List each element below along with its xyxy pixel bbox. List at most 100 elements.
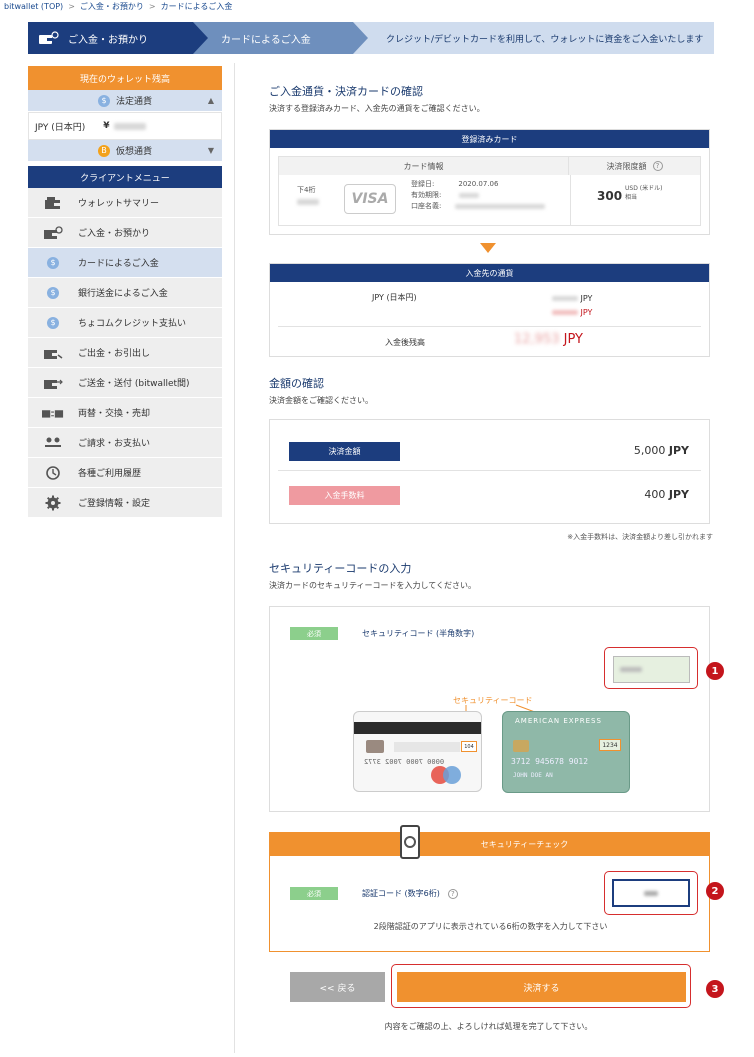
fiat-toggle[interactable]: $ 法定通貨 ▲: [28, 90, 222, 112]
bitcoin-icon: B: [97, 144, 110, 157]
fee-value: 400: [644, 488, 666, 501]
fee-unit: JPY: [668, 488, 689, 501]
sidebar-item-label: 銀行送金によるご入金: [78, 289, 168, 299]
sidebar-item-billing[interactable]: ご請求・お支払い: [28, 428, 222, 458]
marker-1: 1: [706, 662, 724, 680]
security-check-panel: セキュリティーチェック 必須 認証コード (数字6桁)? 2段階認証のアプリに表…: [269, 825, 710, 952]
exchange-icon: [42, 406, 64, 420]
reg-date-label: 登録日:: [411, 180, 435, 188]
coin-icon: $: [97, 94, 110, 107]
deposit-icon: [39, 31, 59, 44]
sidebar-item-card-deposit[interactable]: $ カードによるご入金: [28, 248, 222, 278]
security-subtitle: 決済カードのセキュリティーコードを入力してください。: [269, 581, 477, 590]
security-title: セキュリティーコードの入力: [269, 562, 412, 575]
required-badge: 必須: [290, 887, 338, 900]
card-front-name: JOHN DOE AN: [513, 772, 553, 779]
security-panel: 必須 セキュリティコード (半角数字) セキュリティーコード 104 0000 …: [269, 606, 710, 812]
sidebar-item-bank-deposit[interactable]: $ 銀行送金によるご入金: [28, 278, 222, 308]
card-front-number: 3712 945678 9012: [511, 757, 589, 766]
sidebar-item-deposit[interactable]: ご入金・お預かり: [28, 218, 222, 248]
confirm-title: ご入金通貨・決済カードの確認: [269, 85, 423, 98]
sidebar-item-withdraw[interactable]: ご出金・お引出し: [28, 338, 222, 368]
limit-unit: USD (米ドル): [625, 185, 663, 192]
help-icon[interactable]: ?: [447, 889, 458, 899]
breadcrumb-deposit[interactable]: ご入金・お預かり: [80, 2, 144, 11]
fiat-prefix: ¥: [103, 121, 110, 131]
sidebar-item-label: ご登録情報・設定: [78, 499, 151, 509]
step-deposit-label: ご入金・お預かり: [68, 34, 148, 46]
wallet-icon: [42, 196, 64, 210]
col-card-info: カード情報: [279, 157, 569, 175]
sidebar-item-chocom[interactable]: $ ちょコムクレジット支払い: [28, 308, 222, 338]
limit-unit-block: USD (米ドル) 相当: [625, 184, 662, 202]
sidebar-item-label: ウォレットサマリー: [78, 199, 160, 209]
table-divider: [570, 175, 571, 226]
coin-icon: $: [46, 316, 60, 330]
coin-icon: $: [46, 286, 60, 300]
col-limit: 決済限度額?: [569, 157, 700, 175]
amex-text: AMERICAN EXPRESS: [515, 717, 602, 725]
card-details: 登録日: 2020.07.06 有効期限: 口座名義:: [411, 179, 546, 212]
sidebar-item-label: 各種ご利用履歴: [78, 469, 142, 479]
menu-title: クライアントメニュー: [28, 166, 222, 188]
sidebar-item-summary[interactable]: ウォレットサマリー: [28, 188, 222, 218]
sidebar-item-label: ご送金・送付 (bitwallet間): [78, 379, 190, 389]
pay-label: 決済金額: [289, 442, 400, 461]
back-button[interactable]: << 戻る: [290, 972, 385, 1002]
holder-blurred: [455, 203, 546, 209]
col-limit-label: 決済限度額: [606, 161, 647, 171]
last4-blurred: [297, 199, 319, 205]
transfer-icon: [42, 376, 64, 390]
chip-icon: [513, 740, 529, 752]
breadcrumb-top[interactable]: bitwallet (TOP): [4, 2, 63, 11]
sidebar-item-settings[interactable]: ご登録情報・設定: [28, 488, 222, 518]
help-icon[interactable]: ?: [652, 161, 663, 171]
withdraw-icon: [42, 346, 64, 360]
registered-card-header: 登録済みカード: [270, 130, 709, 148]
pay-unit: JPY: [668, 444, 689, 457]
down-arrow-icon: [480, 243, 496, 253]
crypto-label: 仮想通貨: [115, 147, 152, 157]
fiat-currency: JPY (日本円): [35, 122, 86, 133]
breadcrumb-card: カードによるご入金: [160, 2, 233, 11]
change-blurred: [552, 310, 578, 315]
fee-note: ※入金手数料は、決済金額より差し引かれます: [567, 533, 713, 541]
after-balance-unit: JPY: [563, 332, 583, 347]
limit-suffix: 相当: [625, 194, 638, 201]
fee-label: 入金手数料: [289, 486, 400, 505]
marker-2: 2: [706, 882, 724, 900]
balance-title: 現在のウォレット残高: [28, 66, 222, 90]
current-jpy: JPY: [580, 294, 593, 303]
deposit-icon: [42, 225, 64, 240]
card-back-code: 104: [461, 741, 477, 752]
sidebar-item-label: ご請求・お支払い: [78, 439, 151, 449]
visa-logo: VISA: [344, 184, 396, 214]
auth-label: 認証コード (数字6桁): [362, 889, 440, 898]
sidebar-item-label: ちょコムクレジット支払い: [78, 319, 187, 329]
sidebar-item-label: 両替・交換・売却: [78, 409, 151, 419]
change-jpy: JPY: [580, 308, 593, 317]
destination-panel: 入金先の通貨 JPY (日本円) JPY JPY 入金後残高 12,953 JP…: [269, 263, 710, 357]
crypto-toggle[interactable]: B 仮想通貨 ▼: [28, 140, 222, 162]
sidebar-item-transfer[interactable]: ご送金・送付 (bitwallet間): [28, 368, 222, 398]
step-card-label: カードによるご入金: [221, 34, 311, 46]
main-content: ご入金通貨・決済カードの確認 決済する登録済みカード、入金先の通貨をご確認くださ…: [234, 63, 741, 1053]
expiry-blurred: [459, 192, 480, 198]
sidebar-item-label: ご出金・お引出し: [78, 349, 151, 359]
auth-code-input[interactable]: [612, 879, 690, 907]
users-icon: [42, 436, 64, 450]
step-description: クレジット/デビットカードを利用して、ウォレットに資金をご入金いたします: [353, 22, 714, 54]
submit-button[interactable]: 決済する: [397, 972, 686, 1002]
step-card: カードによるご入金: [193, 22, 373, 54]
sidebar-item-label: カードによるご入金: [78, 259, 159, 269]
card-front-image: AMERICAN EXPRESS 1234 3712 945678 9012 J…: [502, 711, 630, 793]
sidebar-item-history[interactable]: 各種ご利用履歴: [28, 458, 222, 488]
destination-header: 入金先の通貨: [270, 264, 709, 282]
card-back-image: 104 0000 7000 7002 3772: [353, 711, 482, 792]
sidebar-item-exchange[interactable]: 両替・交換・売却: [28, 398, 222, 428]
amount-panel: 決済金額 5,000 JPY 入金手数料 400 JPY: [269, 419, 710, 524]
auth-code-blurred: [644, 890, 658, 896]
chevron-up-icon: ▲: [207, 96, 214, 105]
security-check-header: セキュリティーチェック: [270, 833, 709, 856]
sidebar: 現在のウォレット残高 $ 法定通貨 ▲ JPY (日本円) ¥ B 仮想通貨 ▼ クライア…: [28, 66, 222, 518]
